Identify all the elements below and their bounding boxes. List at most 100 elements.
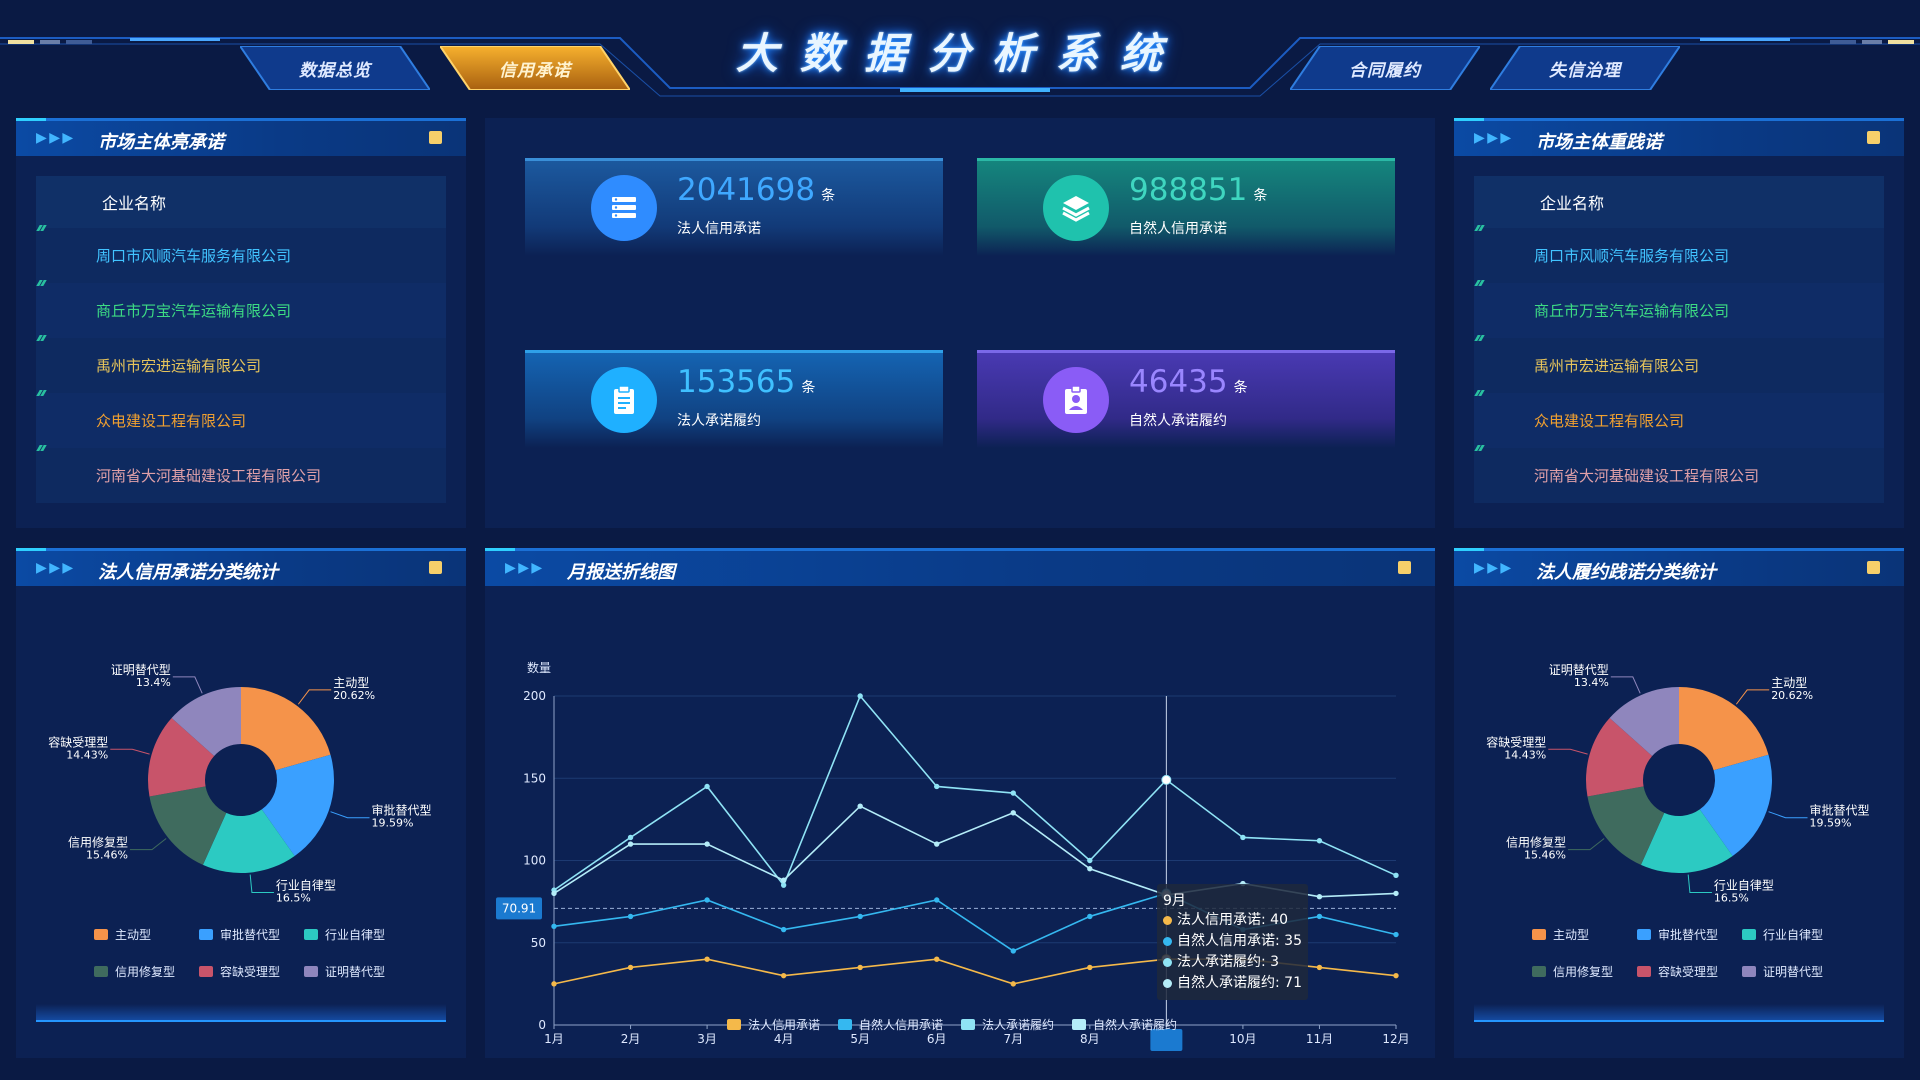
list-item[interactable]: 商丘市万宝汽车运输有限公司 — [36, 283, 446, 338]
panel-header: ▶ ▶ ▶ 市场主体重践诺 — [1454, 118, 1904, 156]
legend-item[interactable]: 证明替代型 — [304, 963, 404, 980]
data-point — [1240, 834, 1246, 841]
data-point — [1393, 890, 1399, 897]
legend-label: 证明替代型 — [325, 965, 386, 979]
tooltip-row: 法人信用承诺: 40 — [1163, 910, 1302, 931]
slice-percent: 19.59% — [372, 817, 414, 830]
slice-label: 证明替代型 — [1549, 663, 1609, 677]
slice-percent: 16.5% — [1714, 891, 1749, 904]
tooltip-text: 自然人承诺履约: 71 — [1177, 975, 1302, 991]
slice-label: 主动型 — [1771, 676, 1807, 690]
arrows-icon: ▶ ▶ ▶ — [1474, 130, 1511, 146]
stat-card-natural-credit: 988851 条 自然人信用承诺 — [977, 158, 1395, 256]
data-point — [1010, 981, 1016, 987]
line-chart-panel: ▶ ▶ ▶ 月报送折线图 数量 0 50 100 150 200 1月 2月 3月 4月 5月 6月 7… — [485, 548, 1435, 1058]
list-item[interactable]: 周口市风顺汽车服务有限公司 — [1474, 228, 1884, 283]
tooltip-dot — [1163, 979, 1172, 988]
column-header: 企业名称 — [36, 176, 446, 228]
legend-swatch — [1742, 929, 1756, 940]
data-point — [704, 897, 710, 903]
legend-item[interactable]: 自然人承诺履约 — [1072, 1016, 1177, 1033]
legend-item[interactable]: 容缺受理型 — [1637, 963, 1742, 980]
square-icon — [1867, 561, 1880, 574]
legend-label: 信用修复型 — [1553, 965, 1614, 979]
legend-label: 行业自律型 — [1763, 928, 1824, 942]
data-point — [551, 890, 557, 897]
legend-item[interactable]: 主动型 — [94, 926, 199, 943]
tab-credit-commitment[interactable]: 信用承诺 — [440, 46, 630, 90]
x-tick-label: 3月 — [697, 1032, 717, 1046]
legend-swatch — [304, 929, 318, 940]
pie-leader-line — [1687, 874, 1712, 893]
legend-item[interactable]: 证明替代型 — [1742, 963, 1842, 980]
tab-label: 信用承诺 — [499, 60, 571, 81]
panel-header: ▶ ▶ ▶ 月报送折线图 — [485, 548, 1435, 586]
x-tick-label: 10月 — [1229, 1032, 1256, 1046]
legend-item[interactable]: 主动型 — [1532, 926, 1637, 943]
panel-title: 法人履约践诺分类统计 — [1536, 562, 1716, 583]
company-name: 众电建设工程有限公司 — [96, 412, 247, 430]
x-tick-label: 6月 — [927, 1032, 947, 1046]
list-item[interactable]: 周口市风顺汽车服务有限公司 — [36, 228, 446, 283]
stat-card-legal-credit: 2041698 条 法人信用承诺 — [525, 158, 943, 256]
data-point — [1010, 810, 1016, 816]
tab-data-overview[interactable]: 数据总览 — [240, 46, 430, 90]
chart-legend: 主动型 审批替代型 行业自律型信用修复型 容缺受理型 证明替代型 — [1532, 926, 1852, 980]
list-item[interactable]: 河南省大河基础建设工程有限公司 — [1474, 448, 1884, 503]
legend-label: 信用修复型 — [115, 965, 176, 979]
list-item[interactable]: 河南省大河基础建设工程有限公司 — [36, 448, 446, 503]
marker-icon — [38, 390, 48, 396]
y-tick-label: 200 — [523, 689, 546, 703]
legend-item[interactable]: 法人信用承诺 — [727, 1016, 820, 1033]
legend-item[interactable]: 自然人信用承诺 — [838, 1016, 943, 1033]
legend-label: 证明替代型 — [1763, 965, 1824, 979]
legend-item[interactable]: 行业自律型 — [304, 926, 404, 943]
data-point — [857, 964, 863, 971]
list-item[interactable]: 禹州市宏进运输有限公司 — [1474, 338, 1884, 393]
pie-leader-line — [1735, 689, 1770, 705]
company-name: 河南省大河基础建设工程有限公司 — [1534, 467, 1760, 485]
list-item[interactable]: 禹州市宏进运输有限公司 — [36, 338, 446, 393]
stat-card-natural-fulfill: 46435 条 自然人承诺履约 — [977, 350, 1395, 448]
legend-item[interactable]: 审批替代型 — [199, 926, 304, 943]
pie-leader-line — [129, 838, 167, 851]
y-axis-label: 数量 — [527, 660, 551, 675]
legend-item[interactable]: 审批替代型 — [1637, 926, 1742, 943]
legend-item[interactable]: 容缺受理型 — [199, 963, 304, 980]
legend-item[interactable]: 信用修复型 — [1532, 963, 1637, 980]
data-point — [704, 783, 710, 790]
x-tick-label: 11月 — [1306, 1032, 1333, 1046]
list-item[interactable]: 众电建设工程有限公司 — [1474, 393, 1884, 448]
tooltip-text: 法人信用承诺: 40 — [1177, 912, 1288, 928]
list-item[interactable]: 众电建设工程有限公司 — [36, 393, 446, 448]
square-icon — [1398, 561, 1411, 574]
company-name: 商丘市万宝汽车运输有限公司 — [1534, 302, 1730, 320]
marker-icon — [38, 335, 48, 341]
data-point — [1010, 790, 1016, 796]
legend-item[interactable]: 信用修复型 — [94, 963, 199, 980]
legend-swatch — [1532, 966, 1546, 977]
tab-dishonesty-governance[interactable]: 失信治理 — [1490, 46, 1680, 90]
legend-item[interactable]: 行业自律型 — [1742, 926, 1842, 943]
tooltip-title: 9月 — [1163, 893, 1186, 909]
data-point — [627, 913, 634, 920]
chart-legend: 法人信用承诺 自然人信用承诺 法人承诺履约 自然人承诺履约 — [727, 1016, 1247, 1033]
tab-contract-performance[interactable]: 合同履约 — [1290, 46, 1480, 90]
data-point — [1316, 913, 1323, 920]
data-point — [627, 964, 634, 971]
data-point — [1393, 872, 1399, 879]
panel-footer-bar — [1474, 1004, 1884, 1022]
list-item[interactable]: 商丘市万宝汽车运输有限公司 — [1474, 283, 1884, 338]
list-icon — [591, 175, 657, 241]
data-point — [1087, 964, 1093, 971]
x-tick-label: 7月 — [1003, 1032, 1023, 1046]
data-point — [551, 981, 557, 987]
tooltip-row: 自然人信用承诺: 35 — [1163, 931, 1302, 952]
panel-header: ▶ ▶ ▶ 法人信用承诺分类统计 — [16, 548, 466, 586]
x-tick-label: 2月 — [621, 1032, 641, 1046]
pie-leader-line — [297, 689, 332, 705]
legend-label: 主动型 — [1553, 928, 1590, 942]
stat-value: 988851 条 — [1129, 172, 1268, 208]
panel-title: 市场主体重践诺 — [1536, 132, 1662, 153]
legend-item[interactable]: 法人承诺履约 — [961, 1016, 1054, 1033]
